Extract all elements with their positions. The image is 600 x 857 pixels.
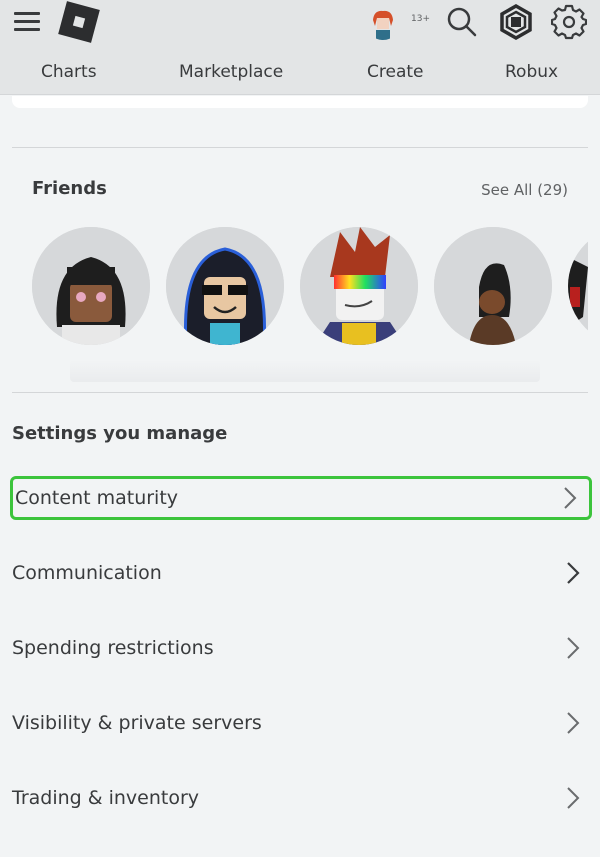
settings-item-visibility-private-servers[interactable]: Visibility & private servers <box>10 701 592 745</box>
see-all-friends-link[interactable]: See All (29) <box>481 181 568 199</box>
content-card-bottom <box>12 96 588 108</box>
friends-carousel[interactable] <box>32 227 588 347</box>
roblox-logo-icon[interactable] <box>58 1 100 43</box>
settings-item-label: Visibility & private servers <box>12 712 262 734</box>
friend-avatar[interactable] <box>32 227 150 345</box>
chevron-right-icon <box>567 562 580 584</box>
nav-charts[interactable]: Charts <box>41 62 97 82</box>
settings-item-label: Content maturity <box>15 487 179 509</box>
divider <box>12 392 588 393</box>
top-navigation-bar: 13+ Charts Marketplace Create Robux <box>0 0 600 95</box>
nav-create[interactable]: Create <box>367 62 424 82</box>
settings-item-label: Spending restrictions <box>12 637 214 659</box>
search-icon[interactable] <box>444 4 480 40</box>
friend-avatar[interactable] <box>434 227 552 345</box>
gear-icon[interactable] <box>550 4 588 40</box>
settings-title: Settings you manage <box>12 423 228 444</box>
settings-item-label: Communication <box>12 562 162 584</box>
friend-avatar[interactable] <box>568 227 588 345</box>
divider <box>12 147 588 148</box>
nav-robux[interactable]: Robux <box>505 62 558 82</box>
age-badge: 13+ <box>411 14 430 24</box>
chevron-right-icon <box>564 487 577 509</box>
friends-names-placeholder <box>70 360 540 382</box>
friend-avatar[interactable] <box>300 227 418 345</box>
chevron-right-icon <box>567 637 580 659</box>
avatar-icon[interactable] <box>366 6 400 40</box>
robux-icon[interactable] <box>498 3 534 41</box>
chevron-right-icon <box>567 712 580 734</box>
friends-title: Friends <box>32 178 107 199</box>
settings-item-communication[interactable]: Communication <box>10 551 592 595</box>
settings-item-content-maturity[interactable]: Content maturity <box>10 476 592 520</box>
settings-item-spending-restrictions[interactable]: Spending restrictions <box>10 626 592 670</box>
friend-avatar[interactable] <box>166 227 284 345</box>
nav-marketplace[interactable]: Marketplace <box>179 62 283 82</box>
settings-item-trading-inventory[interactable]: Trading & inventory <box>10 776 592 820</box>
hamburger-menu-icon[interactable] <box>14 12 40 32</box>
chevron-right-icon <box>567 787 580 809</box>
settings-item-label: Trading & inventory <box>12 787 200 809</box>
